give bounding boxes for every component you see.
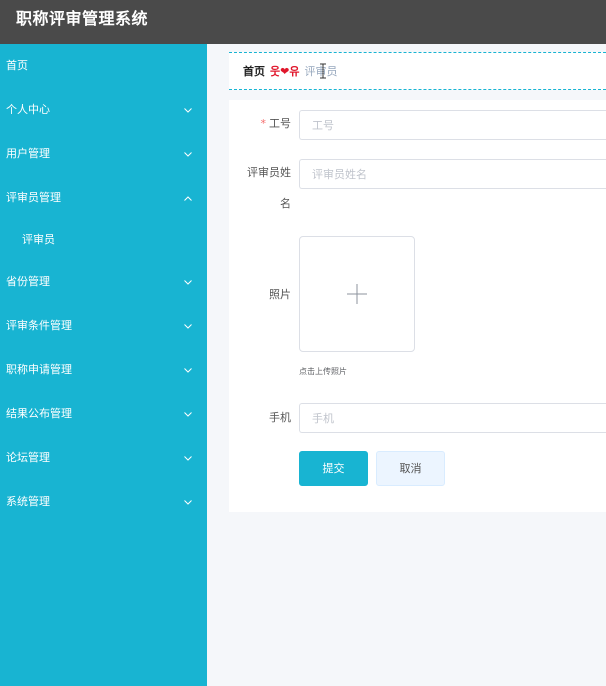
submit-button[interactable]: 提交 [299,451,368,486]
chevron-down-icon [183,392,193,436]
photo-label: 照片 [269,288,291,301]
sidebar-item-title-applications[interactable]: 职称申请管理 [0,348,207,392]
photo-upload-hint: 点击上传照片 [299,367,347,376]
required-asterisk: * [260,117,267,130]
chevron-down-icon [183,348,193,392]
reviewer-name-input[interactable] [299,159,606,189]
sidebar-item-label: 评审员管理 [6,191,61,204]
sidebar-item-user-management[interactable]: 用户管理 [0,132,207,176]
sidebar-item-system-management[interactable]: 系统管理 [0,480,207,524]
sidebar-item-label: 用户管理 [6,147,50,160]
chevron-down-icon [183,436,193,480]
sidebar-item-results-publication[interactable]: 结果公布管理 [0,392,207,436]
sidebar-item-reviewer-management[interactable]: 评审员管理 [0,176,207,220]
sidebar-item-label: 首页 [6,59,28,72]
top-header: 职称评审管理系统 [0,0,606,44]
sidebar-item-label: 省份管理 [6,275,50,288]
chevron-down-icon [183,88,193,132]
breadcrumb-bar: 首页 웃❤유 评审员 [229,52,606,90]
sidebar-item-label: 结果公布管理 [6,407,72,420]
main-content: 首页 웃❤유 评审员 *工号 评审员姓 名 照片 点击上传照片 手机 提交 [207,44,606,686]
sidebar: 首页 个人中心 用户管理 评审员管理 评审员 省份管理 评审条件管理 职称申请管… [0,44,207,686]
app-title: 职称评审管理系统 [16,9,149,28]
sidebar-item-personal-center[interactable]: 个人中心 [0,88,207,132]
photo-upload[interactable] [299,236,415,352]
sidebar-item-reviewer[interactable]: 评审员 [0,220,207,260]
phone-label: 手机 [269,411,291,424]
sidebar-item-province-management[interactable]: 省份管理 [0,260,207,304]
cancel-button[interactable]: 取消 [376,451,445,486]
reviewer-form-card: *工号 评审员姓 名 照片 点击上传照片 手机 提交 取消 [229,100,606,512]
chevron-down-icon [183,132,193,176]
sidebar-item-label: 职称申请管理 [6,363,72,376]
sidebar-item-home[interactable]: 首页 [0,44,207,88]
breadcrumb-home[interactable]: 首页 [243,65,265,79]
sidebar-item-label: 系统管理 [6,495,50,508]
chevron-down-icon [183,304,193,348]
chevron-down-icon [183,260,193,304]
phone-input[interactable] [299,403,606,433]
breadcrumb-separator: 웃❤유 [270,65,300,78]
employee-id-input[interactable] [299,110,606,140]
chevron-up-icon [183,176,193,220]
sidebar-item-label: 论坛管理 [6,451,50,464]
chevron-down-icon [183,480,193,524]
sidebar-item-review-conditions[interactable]: 评审条件管理 [0,304,207,348]
plus-icon [347,284,367,304]
text-cursor-icon [320,63,326,79]
reviewer-name-label: 评审员姓 名 [247,166,291,210]
sidebar-item-label: 评审条件管理 [6,319,72,332]
sidebar-item-forum-management[interactable]: 论坛管理 [0,436,207,480]
sidebar-item-label: 个人中心 [6,103,50,116]
sidebar-item-label: 评审员 [22,233,55,246]
employee-id-label: * 工号 [260,117,292,130]
